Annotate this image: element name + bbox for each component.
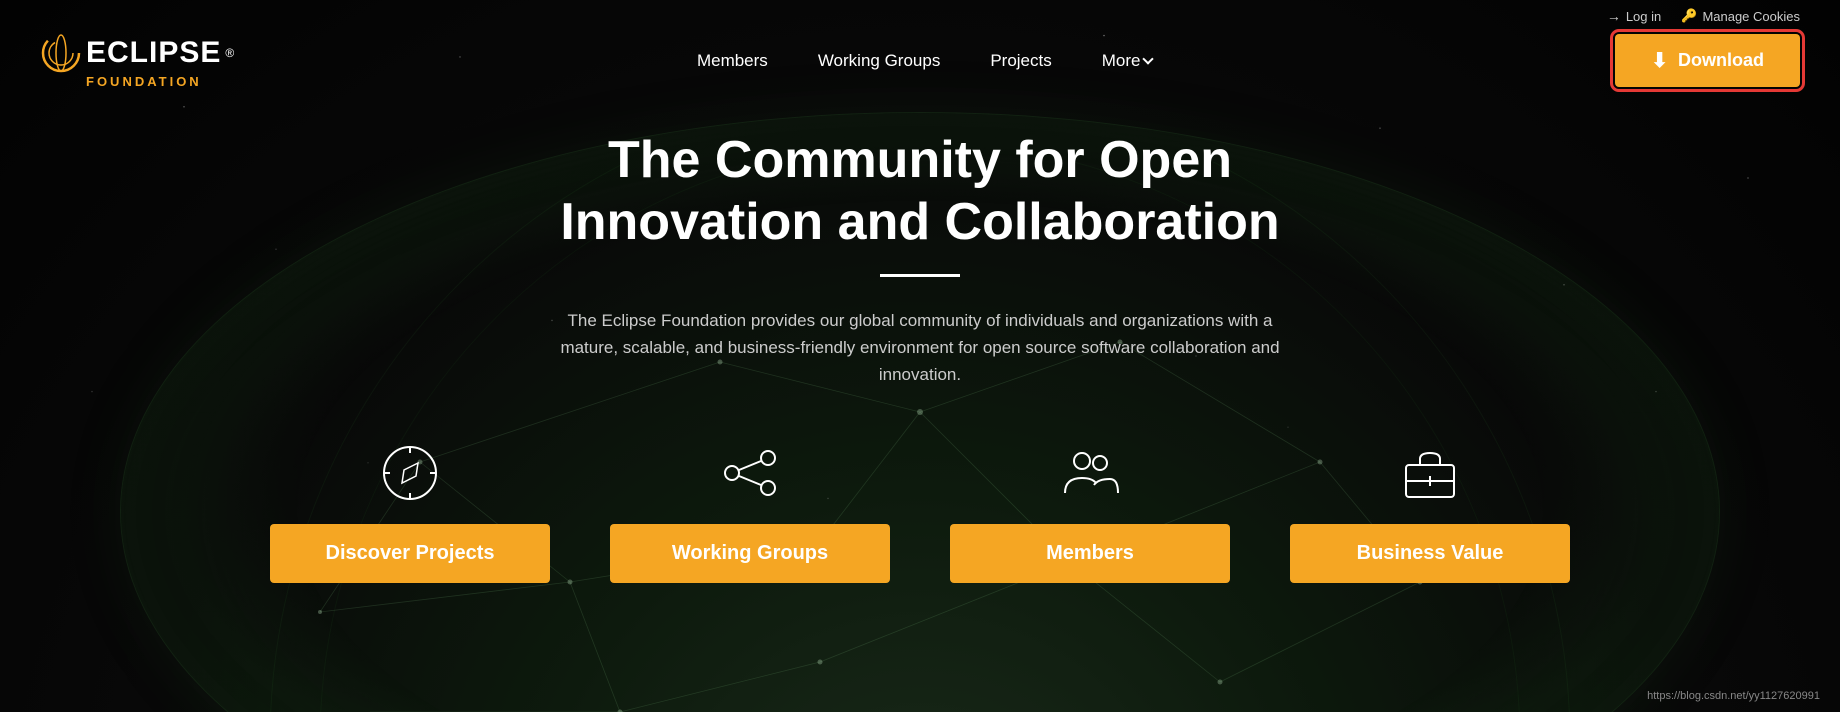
- share-icon: [715, 438, 785, 508]
- action-cards: Discover Projects Working Groups: [0, 438, 1840, 583]
- manage-cookies-link[interactable]: 🔑 Manage Cookies: [1681, 8, 1800, 24]
- login-link[interactable]: → Log in: [1607, 8, 1661, 24]
- download-button[interactable]: ⬇ Download: [1615, 34, 1800, 87]
- manage-cookies-label: Manage Cookies: [1702, 9, 1800, 24]
- nav-members[interactable]: Members: [697, 51, 768, 71]
- logo-registered: ®: [225, 46, 234, 60]
- hero-title-line1: The Community for Open: [608, 131, 1232, 189]
- nav-more[interactable]: More: [1102, 51, 1153, 71]
- download-icon: ⬇: [1651, 48, 1668, 73]
- logo-foundation-text: FOUNDATION: [86, 74, 202, 89]
- login-icon: →: [1607, 8, 1621, 24]
- compass-icon: [375, 438, 445, 508]
- logo-eclipse-text: ECLIPSE: [86, 36, 221, 70]
- hero-description: The Eclipse Foundation provides our glob…: [540, 307, 1300, 389]
- business-value-button[interactable]: Business Value: [1290, 524, 1570, 583]
- nav-projects[interactable]: Projects: [990, 51, 1051, 71]
- discover-projects-button[interactable]: Discover Projects: [270, 524, 550, 583]
- hero-section: The Community for Open Innovation and Co…: [0, 109, 1840, 388]
- hero-divider: [880, 274, 960, 277]
- card-members[interactable]: Members: [950, 438, 1230, 583]
- card-business-value[interactable]: Business Value: [1290, 438, 1570, 583]
- hero-title-line2: Innovation and Collaboration: [560, 193, 1279, 251]
- logo[interactable]: ECLIPSE ® FOUNDATION: [40, 32, 234, 89]
- cookies-icon: 🔑: [1681, 8, 1697, 24]
- working-groups-button[interactable]: Working Groups: [610, 524, 890, 583]
- card-discover-projects[interactable]: Discover Projects: [270, 438, 550, 583]
- people-icon: [1055, 438, 1125, 508]
- nav-more-label: More: [1102, 51, 1141, 71]
- card-working-groups[interactable]: Working Groups: [610, 438, 890, 583]
- nav: Members Working Groups Projects More: [697, 51, 1153, 71]
- header: ECLIPSE ® FOUNDATION Members Working Gro…: [0, 32, 1840, 109]
- briefcase-icon: [1395, 438, 1465, 508]
- hero-title: The Community for Open Innovation and Co…: [200, 129, 1640, 254]
- chevron-down-icon: [1143, 53, 1154, 64]
- nav-working-groups[interactable]: Working Groups: [818, 51, 941, 71]
- members-button[interactable]: Members: [950, 524, 1230, 583]
- login-label: Log in: [1626, 9, 1661, 24]
- footer-url-hint: https://blog.csdn.net/yy1127620991: [1647, 690, 1820, 702]
- logo-icon: [40, 32, 82, 74]
- download-label: Download: [1678, 50, 1764, 71]
- utility-bar: → Log in 🔑 Manage Cookies: [0, 0, 1840, 32]
